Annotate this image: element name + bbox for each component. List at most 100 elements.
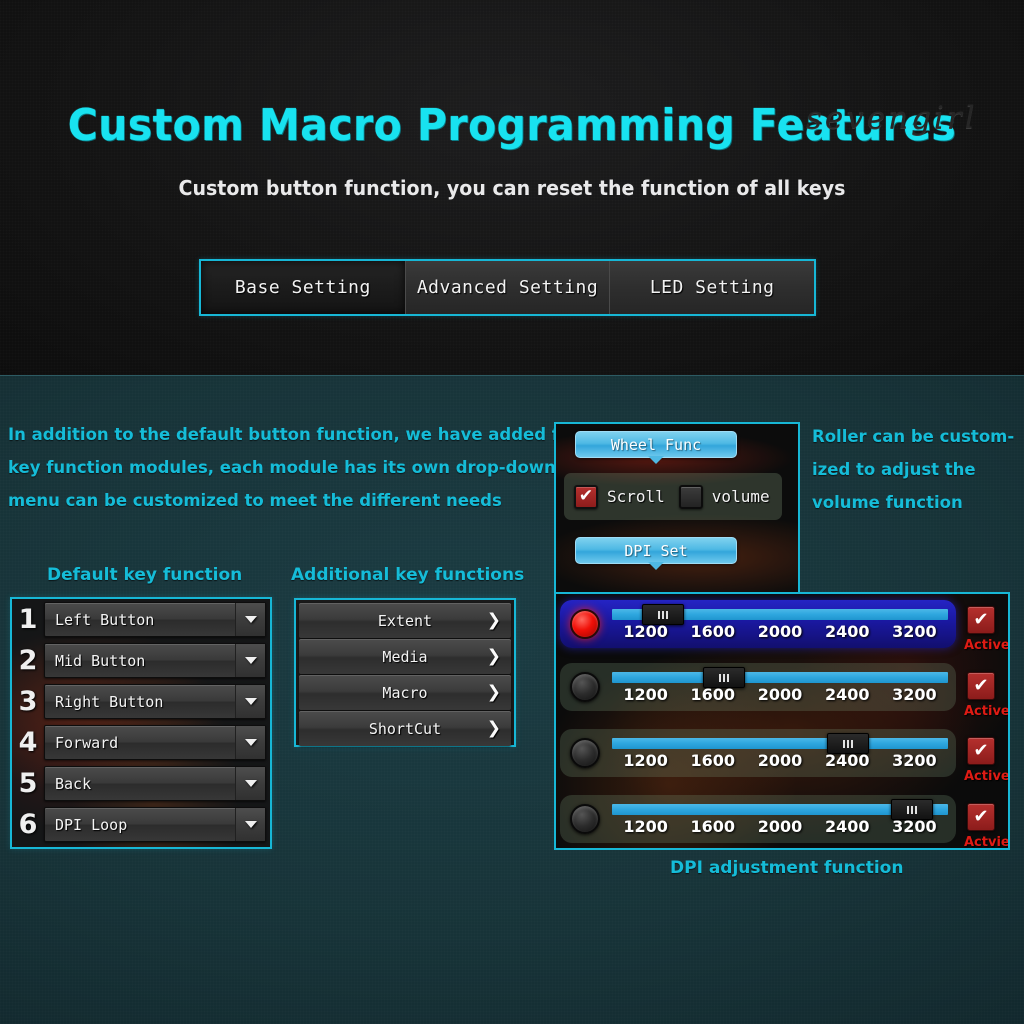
dpi-set-header-button[interactable]: DPI Set [575, 537, 737, 564]
additional-key-functions-heading: Additional key functions [291, 565, 525, 585]
chevron-right-icon: ❯ [486, 610, 501, 630]
tick-label: 3200 [892, 751, 937, 770]
slider-track[interactable] [612, 672, 948, 683]
tick-label: 2400 [824, 622, 870, 641]
page-subtitle: Custom button function, you can reset th… [178, 176, 846, 200]
active-label: Actvie [964, 835, 1010, 850]
tab-base-setting[interactable]: Base Setting [201, 261, 406, 314]
tick-label: 1200 [623, 817, 668, 836]
key-row: 2 Mid Button [12, 640, 270, 681]
dropdown-dpi-loop[interactable]: DPI Loop [44, 807, 266, 842]
dpi-slider[interactable]: 1200 1600 2000 2400 3200 [612, 733, 948, 773]
menu-item-label: Media [382, 647, 428, 666]
tick-label: 2400 [824, 751, 870, 770]
wheel-function-panel: Wheel Func ✔ Scroll volume DPI Set [554, 422, 800, 597]
tick-label: 3200 [892, 685, 937, 704]
key-number: 4 [18, 727, 38, 758]
menu-item-extent[interactable]: Extent ❯ [299, 603, 511, 638]
tick-label: 2000 [757, 751, 803, 770]
chevron-right-icon: ❯ [486, 718, 501, 738]
dpi-slider[interactable]: 1200 1600 2000 2400 3200 [612, 604, 948, 644]
dpi-slider[interactable]: 1200 1600 2000 2400 3200 [612, 799, 948, 839]
dropdown-left-button[interactable]: Left Button [44, 602, 266, 637]
tick-label: 1200 [623, 685, 668, 704]
tick-label: 1200 [623, 622, 668, 641]
checkbox-active[interactable]: ✔ [967, 803, 995, 831]
chevron-right-icon: ❯ [486, 682, 501, 702]
wheel-options-group: ✔ Scroll volume [564, 473, 782, 520]
chevron-down-icon[interactable] [235, 644, 265, 677]
tick-label: 1600 [690, 622, 736, 641]
tab-bar: Base Setting Advanced Setting LED Settin… [199, 259, 816, 316]
watermark: sevengirl [806, 100, 978, 136]
checkbox-active[interactable]: ✔ [967, 606, 995, 634]
menu-item-media[interactable]: Media ❯ [299, 639, 511, 674]
tick-label: 1600 [690, 685, 736, 704]
slider-tick-labels: 1200 1600 2000 2400 3200 [612, 622, 948, 641]
dpi-row[interactable]: 1200 1600 2000 2400 3200 [560, 729, 956, 777]
dropdown-value: DPI Loop [55, 815, 128, 834]
dropdown-value: Forward [55, 733, 119, 752]
tick-label: 3200 [892, 622, 937, 641]
roller-note-line-3: volume function [812, 493, 963, 512]
chevron-down-icon[interactable] [235, 603, 265, 636]
checkbox-scroll-label: Scroll [607, 487, 665, 506]
tab-advanced-setting[interactable]: Advanced Setting [405, 261, 611, 314]
checkbox-scroll[interactable]: ✔ [574, 484, 598, 509]
default-key-function-panel: 1 Left Button 2 Mid Button 3 Right Butto… [10, 597, 272, 849]
menu-item-macro[interactable]: Macro ❯ [299, 675, 511, 710]
checkbox-active[interactable]: ✔ [967, 672, 995, 700]
chevron-down-icon[interactable] [235, 685, 265, 718]
key-row: 5 Back [12, 763, 270, 804]
dpi-led-indicator[interactable] [570, 804, 600, 834]
tick-label: 2400 [824, 817, 870, 836]
dropdown-mid-button[interactable]: Mid Button [44, 643, 266, 678]
tick-label: 2000 [757, 622, 803, 641]
checkbox-active[interactable]: ✔ [967, 737, 995, 765]
intro-line-3: menu can be customized to meet the diffe… [8, 491, 502, 510]
dropdown-forward[interactable]: Forward [44, 725, 266, 760]
dpi-row[interactable]: 1200 1600 2000 2400 3200 [560, 663, 956, 711]
roller-note-line-1: Roller can be custom- [812, 427, 1015, 446]
dpi-led-indicator[interactable] [570, 738, 600, 768]
checkbox-volume[interactable] [678, 484, 703, 509]
key-row: 4 Forward [12, 722, 270, 763]
dpi-row[interactable]: 1200 1600 2000 2400 3200 [560, 795, 956, 843]
menu-item-shortcut[interactable]: ShortCut ❯ [299, 711, 511, 746]
page-root: Custom Macro Programming Features seveng… [0, 0, 1024, 1024]
dropdown-value: Mid Button [55, 651, 146, 670]
tab-led-setting[interactable]: LED Setting [610, 261, 815, 314]
tick-label: 2400 [824, 685, 870, 704]
intro-line-1: In addition to the default button functi… [8, 425, 591, 444]
tick-label: 1600 [690, 751, 736, 770]
dpi-led-indicator[interactable] [570, 672, 600, 702]
key-number: 6 [18, 809, 38, 840]
key-number: 1 [18, 604, 38, 635]
key-row: 3 Right Button [12, 681, 270, 722]
dpi-led-indicator[interactable] [570, 609, 600, 639]
additional-key-functions-panel: Extent ❯ Media ❯ Macro ❯ ShortCut ❯ [294, 598, 516, 747]
checkbox-volume-label: volume [711, 487, 770, 506]
intro-paragraph: In addition to the default button functi… [8, 418, 591, 517]
menu-item-label: ShortCut [368, 719, 442, 738]
dpi-settings-panel: 1200 1600 2000 2400 3200 ✔ Active 1200 1… [554, 592, 1010, 850]
tick-label: 1600 [690, 817, 736, 836]
chevron-down-icon[interactable] [235, 808, 265, 841]
slider-tick-labels: 1200 1600 2000 2400 3200 [612, 817, 948, 836]
chevron-down-icon[interactable] [235, 726, 265, 759]
dropdown-right-button[interactable]: Right Button [44, 684, 266, 719]
chevron-right-icon: ❯ [486, 646, 501, 666]
default-key-function-heading: Default key function [47, 565, 243, 585]
slider-track[interactable] [612, 738, 948, 749]
slider-tick-labels: 1200 1600 2000 2400 3200 [612, 751, 948, 770]
dpi-row[interactable]: 1200 1600 2000 2400 3200 [560, 600, 956, 648]
wheel-func-header-button[interactable]: Wheel Func [575, 431, 737, 458]
dropdown-value: Back [55, 774, 92, 793]
slider-tick-labels: 1200 1600 2000 2400 3200 [612, 685, 948, 704]
tick-label: 2000 [757, 685, 803, 704]
hero-banner: Custom Macro Programming Features seveng… [0, 0, 1024, 375]
dpi-slider[interactable]: 1200 1600 2000 2400 3200 [612, 667, 948, 707]
chevron-down-icon[interactable] [235, 767, 265, 800]
dropdown-back[interactable]: Back [44, 766, 266, 801]
menu-item-label: Extent [377, 611, 433, 630]
